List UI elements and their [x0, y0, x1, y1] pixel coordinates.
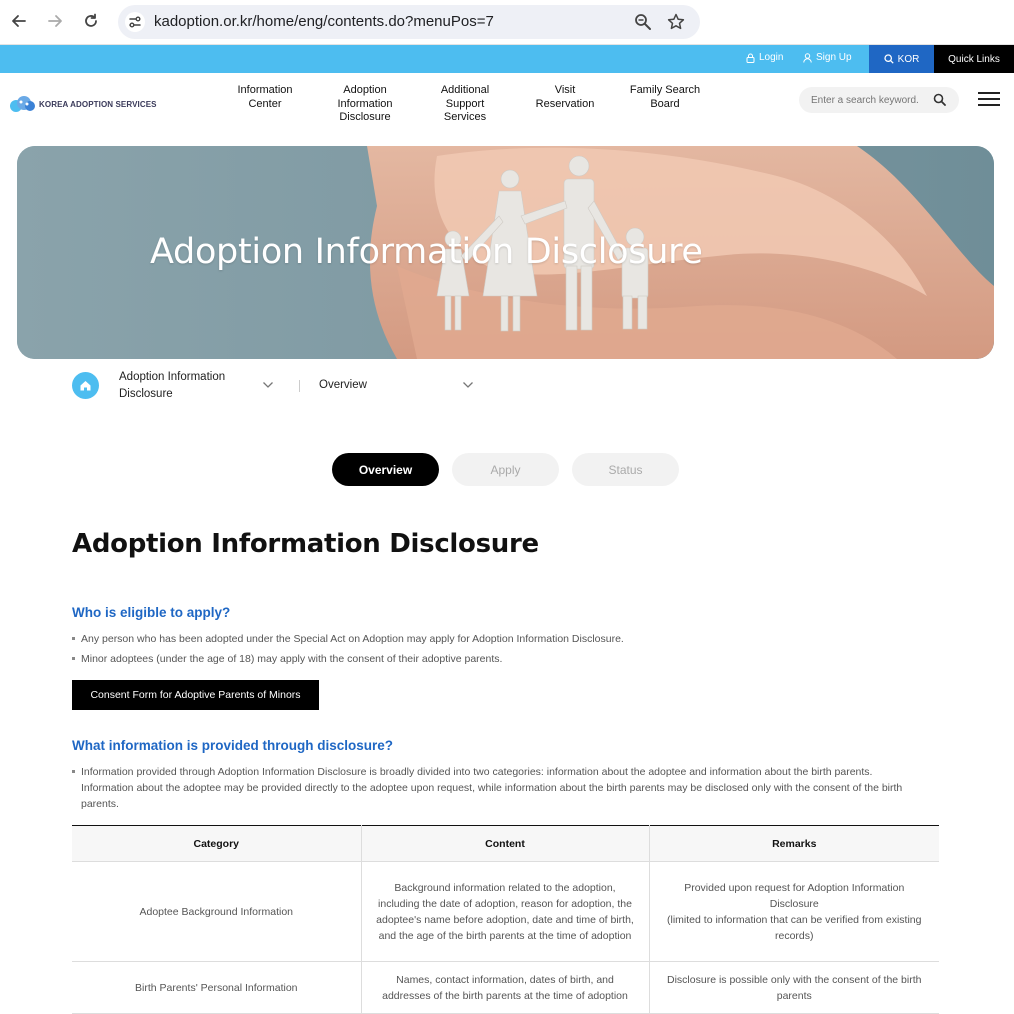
chevron-down-icon[interactable] — [262, 381, 274, 389]
list-item: Any person who has been adopted under th… — [72, 631, 932, 647]
site-settings-icon[interactable] — [125, 12, 145, 32]
nav-visit-reservation[interactable]: Visit Reservation — [515, 84, 615, 111]
hero-title: Adoption Information Disclosure — [150, 232, 703, 272]
home-icon — [80, 381, 91, 391]
lock-icon — [746, 53, 755, 63]
url-text[interactable]: kadoption.or.kr/home/eng/contents.do?men… — [154, 13, 494, 30]
tab-apply[interactable]: Apply — [452, 453, 559, 486]
table-header-cell: Content — [360, 825, 649, 862]
logo-mark-icon — [10, 96, 35, 112]
site-search — [799, 87, 959, 113]
zoom-icon[interactable] — [634, 13, 652, 31]
table-cell: Provided upon request for Adoption Infor… — [648, 861, 939, 962]
back-icon[interactable] — [8, 10, 30, 32]
table-row: Birth Parents' Personal Information Name… — [72, 961, 939, 1014]
site-logo[interactable]: KOREA ADOPTION SERVICES — [9, 95, 157, 113]
consent-form-button[interactable]: Consent Form for Adoptive Parents of Min… — [72, 680, 319, 710]
disclosure-table: Category Content Remarks Adoptee Backgro… — [72, 825, 939, 1014]
table-cell: Birth Parents' Personal Information — [72, 961, 361, 1014]
page-title: Adoption Information Disclosure — [72, 529, 539, 559]
signup-label: Sign Up — [816, 52, 852, 63]
list-item: Minor adoptees (under the age of 18) may… — [72, 651, 932, 667]
kor-label: KOR — [897, 53, 920, 65]
nav-information-center[interactable]: Information Center — [215, 84, 315, 111]
chevron-down-icon[interactable] — [462, 381, 474, 389]
address-bar[interactable]: kadoption.or.kr/home/eng/contents.do?men… — [118, 5, 700, 39]
table-cell: Background information related to the ad… — [360, 861, 649, 962]
list-item: Information provided through Adoption In… — [72, 764, 927, 812]
table-row: Adoptee Background Information Backgroun… — [72, 861, 939, 962]
nav-adoption-information-disclosure[interactable]: Adoption Information Disclosure — [315, 84, 415, 125]
user-icon — [803, 52, 812, 63]
nav-label: Adoption Information Disclosure — [337, 84, 393, 123]
utility-bar: Login Sign Up KOR Quick Links — [0, 45, 1014, 73]
signup-link[interactable]: Sign Up — [803, 52, 852, 63]
breadcrumb-divider — [299, 380, 300, 392]
language-kor-button[interactable]: KOR — [869, 45, 934, 73]
table-cell: Adoptee Background Information — [72, 861, 361, 962]
login-label: Login — [759, 52, 784, 63]
section-heading-information-provided: What information is provided through dis… — [72, 738, 394, 753]
hero-banner: Adoption Information Disclosure — [17, 146, 994, 359]
breadcrumb-level2[interactable]: Overview — [319, 379, 367, 391]
table-header-cell: Remarks — [648, 825, 939, 862]
bookmark-star-icon[interactable] — [666, 12, 686, 32]
login-link[interactable]: Login — [746, 52, 783, 63]
nav-label: Visit Reservation — [535, 84, 595, 110]
table-cell: Disclosure is possible only with the con… — [648, 961, 939, 1014]
browser-toolbar: kadoption.or.kr/home/eng/contents.do?men… — [0, 0, 1014, 45]
nav-label: Additional Support Services — [440, 84, 490, 123]
nav-additional-support-services[interactable]: Additional Support Services — [415, 84, 515, 125]
nav-label: Information Center — [237, 84, 293, 110]
tab-status[interactable]: Status — [572, 453, 679, 486]
nav-family-search-board[interactable]: Family Search Board — [615, 84, 715, 111]
search-icon[interactable] — [933, 93, 946, 106]
nav-label: Family Search Board — [629, 84, 701, 110]
menu-hamburger-icon[interactable] — [978, 92, 1002, 108]
table-header-row: Category Content Remarks — [72, 825, 939, 862]
forward-icon[interactable] — [44, 10, 66, 32]
table-cell: Names, contact information, dates of bir… — [360, 961, 649, 1014]
reload-icon[interactable] — [80, 10, 102, 32]
site-header: KOREA ADOPTION SERVICES Information Cent… — [0, 73, 1014, 133]
logo-text: KOREA ADOPTION SERVICES — [39, 99, 157, 109]
home-button[interactable] — [72, 372, 99, 399]
tab-overview[interactable]: Overview — [332, 453, 439, 486]
quick-links-button[interactable]: Quick Links — [934, 45, 1014, 73]
search-icon — [884, 54, 894, 64]
breadcrumb-level1[interactable]: Adoption Information Disclosure — [119, 369, 249, 403]
section-heading-eligibility: Who is eligible to apply? — [72, 605, 231, 620]
search-input[interactable] — [811, 92, 931, 108]
table-header-cell: Category — [72, 825, 361, 862]
